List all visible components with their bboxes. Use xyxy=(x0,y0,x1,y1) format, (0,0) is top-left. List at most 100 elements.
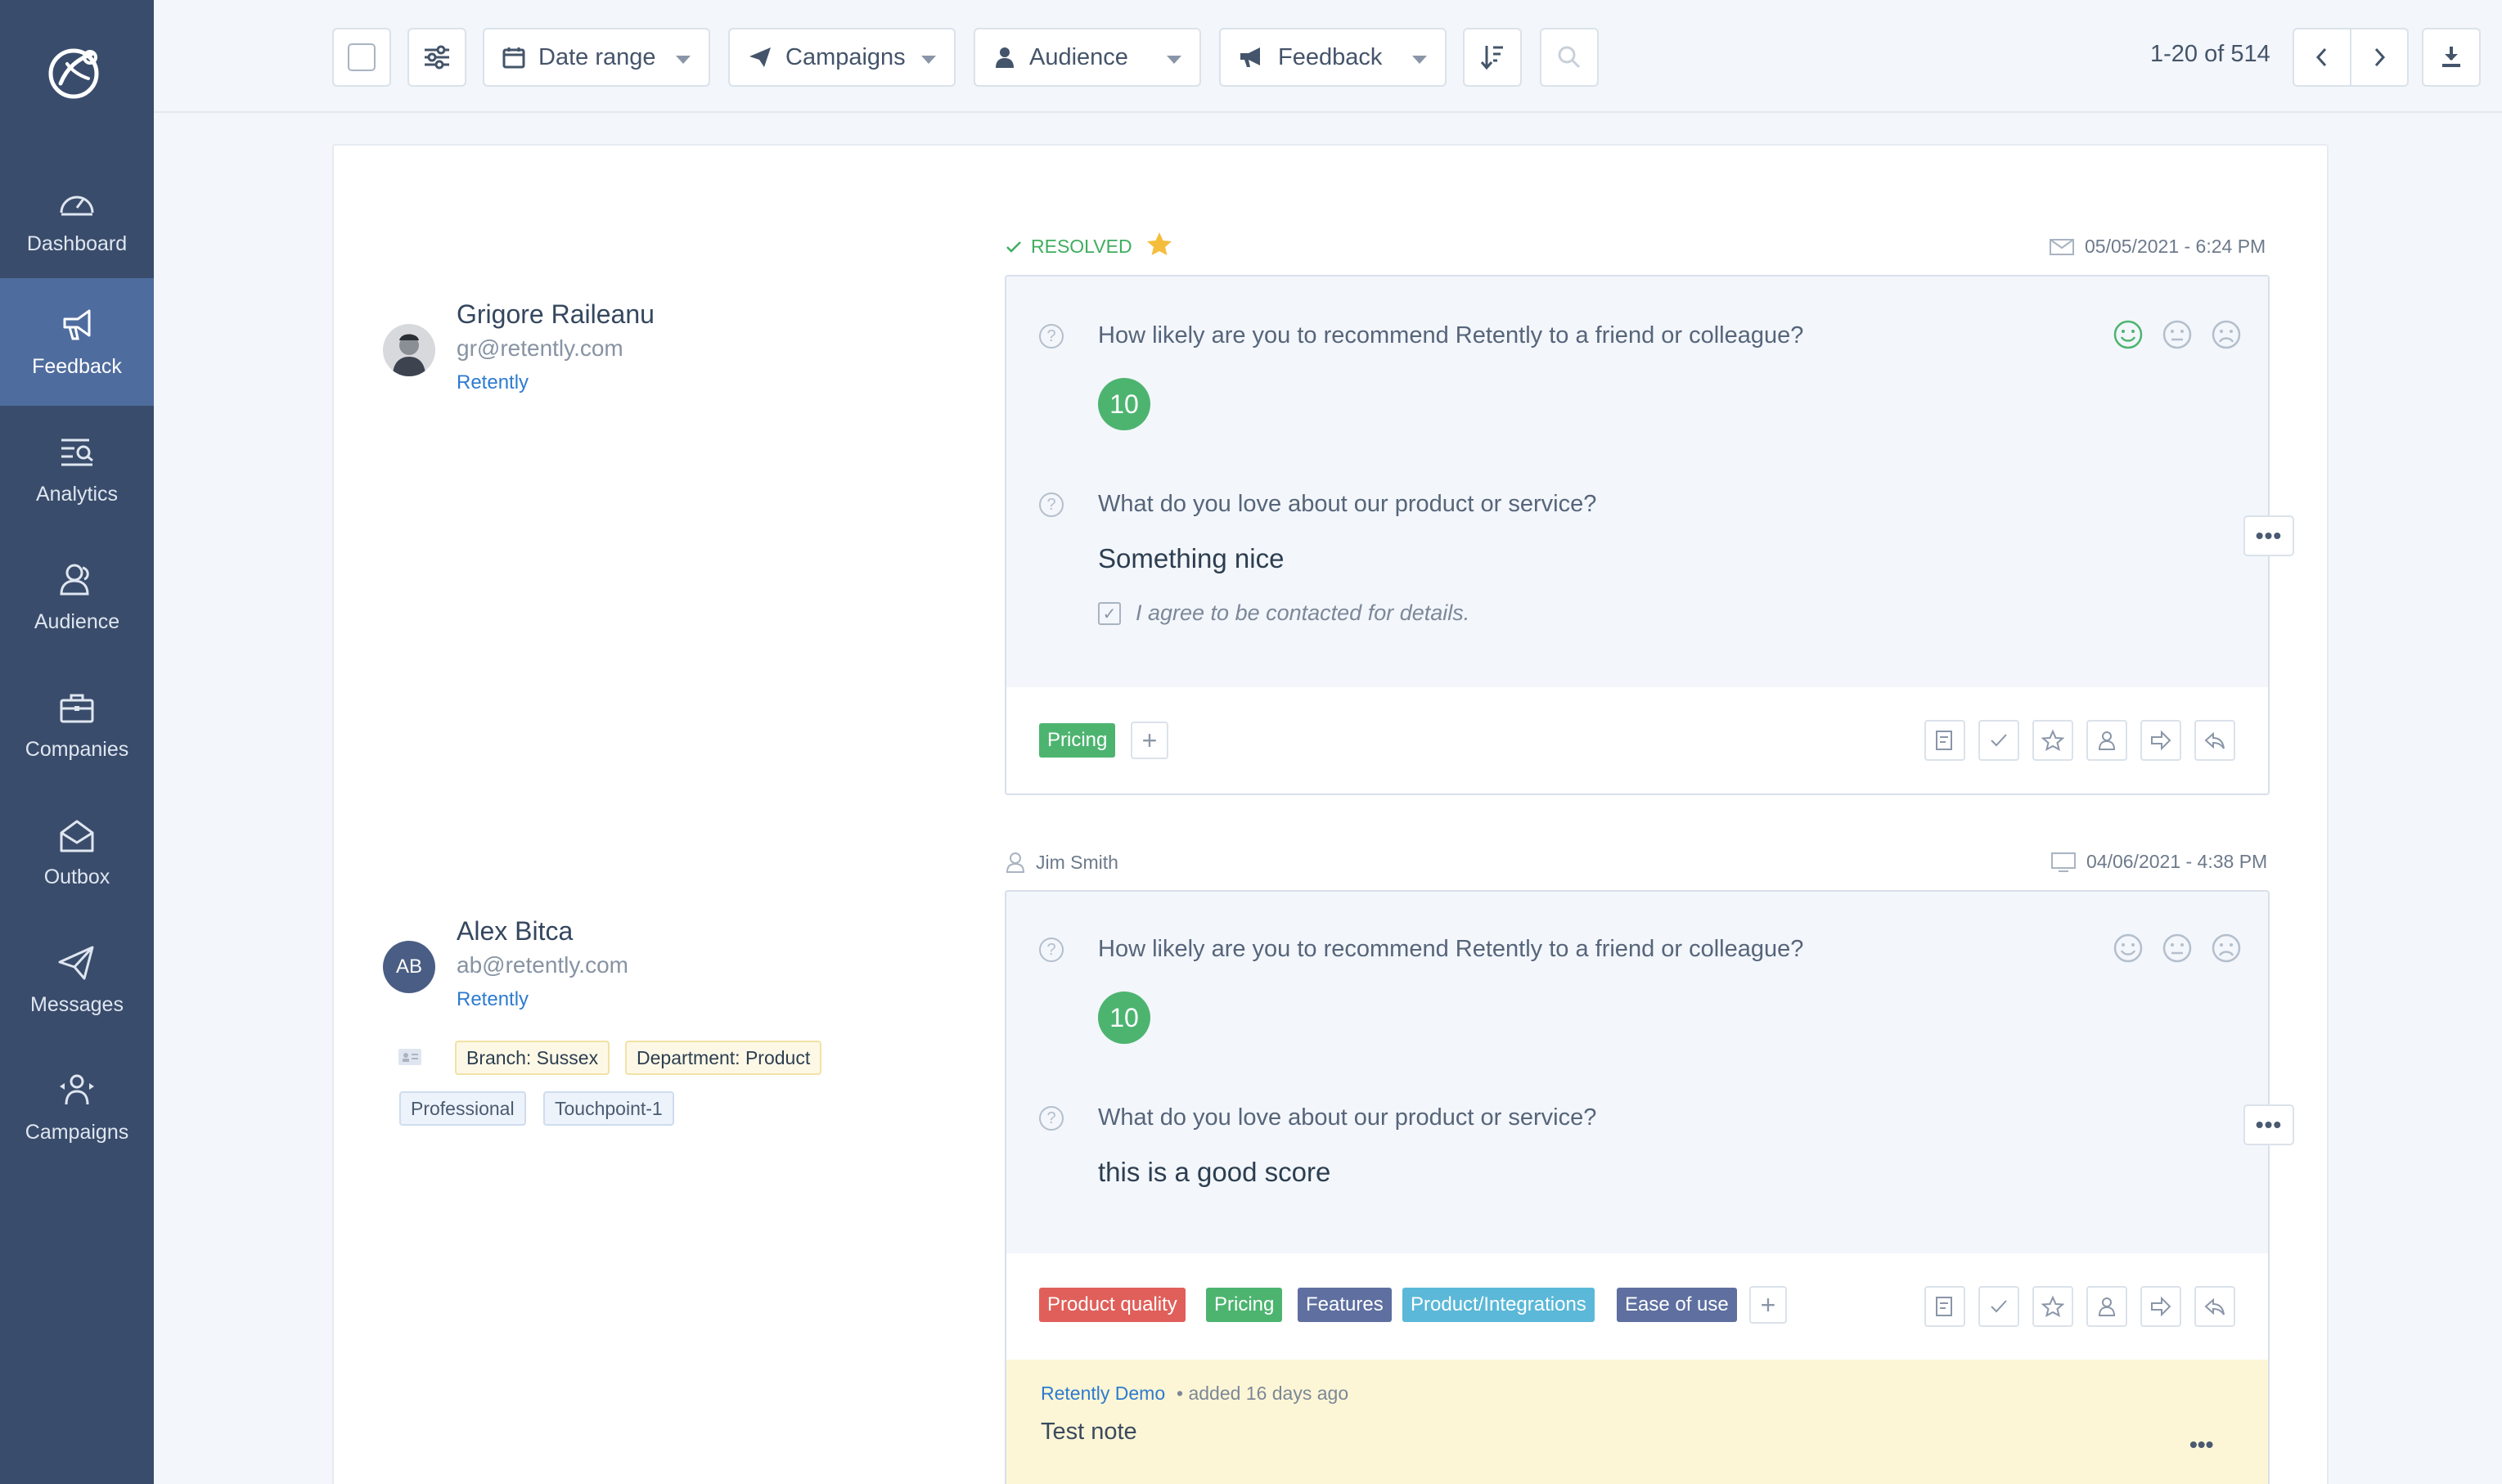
reply-icon xyxy=(2204,1297,2225,1315)
filters-button[interactable] xyxy=(407,28,466,87)
add-tag-button[interactable]: + xyxy=(1749,1286,1787,1324)
sidebar-item-label: Analytics xyxy=(35,482,119,506)
agree-checkbox: ✓ xyxy=(1098,602,1121,625)
check-icon xyxy=(1991,734,2007,747)
sidebar-item-analytics[interactable]: Analytics xyxy=(0,406,154,533)
more-options-button[interactable]: ••• xyxy=(2243,515,2294,556)
happy-face-icon[interactable] xyxy=(2113,319,2144,350)
forward-button[interactable] xyxy=(2140,1286,2181,1327)
reply-button[interactable] xyxy=(2194,720,2235,761)
question-icon: ? xyxy=(1039,324,1064,349)
agree-text: I agree to be contacted for details. xyxy=(1136,600,1470,625)
question-text: How likely are you to recommend Retently… xyxy=(1098,936,1804,962)
attribute-branch: Branch: Sussex xyxy=(455,1041,610,1075)
toolbar: Date range Campaigns Audience Feedback 1… xyxy=(154,0,2502,113)
star-outline-icon xyxy=(2041,1295,2064,1317)
note-author-link[interactable]: Retently Demo xyxy=(1041,1383,1165,1405)
add-note-button[interactable] xyxy=(1924,720,1965,761)
select-all-checkbox[interactable] xyxy=(332,28,391,87)
tag-product-quality[interactable]: Product quality xyxy=(1039,1288,1186,1322)
customer-email: ab@retently.com xyxy=(457,952,628,978)
chevron-right-icon xyxy=(2374,47,2386,67)
neutral-face-icon[interactable] xyxy=(2162,933,2193,964)
assignee[interactable]: Jim Smith xyxy=(1005,851,1118,874)
customer-name[interactable]: Alex Bitca xyxy=(457,916,573,947)
assign-button[interactable] xyxy=(2086,720,2127,761)
chevron-left-icon xyxy=(2315,47,2327,67)
date-range-dropdown[interactable]: Date range xyxy=(483,28,710,87)
tag-pricing[interactable]: Pricing xyxy=(1039,723,1116,758)
search-icon xyxy=(1558,46,1581,69)
sidebar-item-label: Dashboard xyxy=(26,232,128,255)
star-icon[interactable] xyxy=(1145,231,1173,257)
app-logo[interactable] xyxy=(43,43,108,101)
person-outline-icon xyxy=(2098,1297,2116,1316)
tag-pricing[interactable]: Pricing xyxy=(1206,1288,1283,1322)
date-label: 04/06/2021 - 4:38 PM xyxy=(2086,851,2268,872)
reply-icon xyxy=(2204,731,2225,749)
neutral-face-icon[interactable] xyxy=(2162,319,2193,350)
answer-text: this is a good score xyxy=(1098,1157,1331,1187)
happy-face-icon[interactable] xyxy=(2113,933,2144,964)
campaigns-icon xyxy=(60,1074,94,1104)
tag-product-integrations[interactable]: Product/Integrations xyxy=(1402,1288,1595,1322)
more-options-button[interactable]: ••• xyxy=(2243,1104,2294,1145)
tag-ease-of-use[interactable]: Ease of use xyxy=(1617,1288,1737,1322)
sidebar-item-dashboard[interactable]: Dashboard xyxy=(0,155,154,283)
forward-button[interactable] xyxy=(2140,720,2181,761)
sidebar-item-label: Feedback xyxy=(32,354,122,378)
sidebar-item-audience[interactable]: Audience xyxy=(0,533,154,661)
resolve-button[interactable] xyxy=(1978,1286,2019,1327)
id-card-icon xyxy=(398,1049,421,1065)
card-footer: Pricing + xyxy=(1006,687,2268,794)
next-page-button[interactable] xyxy=(2350,28,2409,87)
sidebar-item-label: Audience xyxy=(34,609,120,633)
sad-face-icon[interactable] xyxy=(2211,319,2242,350)
star-button[interactable] xyxy=(2032,720,2073,761)
assign-button[interactable] xyxy=(2086,1286,2127,1327)
segment-touchpoint[interactable]: Touchpoint-1 xyxy=(543,1091,674,1126)
sidebar-item-feedback[interactable]: Feedback xyxy=(0,278,154,406)
monitor-icon xyxy=(2051,852,2076,872)
response-card: ? How likely are you to recommend Retent… xyxy=(1005,275,2270,795)
audience-dropdown[interactable]: Audience xyxy=(974,28,1201,87)
chevron-down-icon xyxy=(676,56,691,64)
tag-features[interactable]: Features xyxy=(1298,1288,1392,1322)
sidebar-item-outbox[interactable]: Outbox xyxy=(0,789,154,916)
sidebar-item-label: Messages xyxy=(30,992,124,1016)
reply-button[interactable] xyxy=(2194,1286,2235,1327)
resolve-button[interactable] xyxy=(1978,720,2019,761)
dashboard-icon xyxy=(60,196,94,215)
analytics-icon xyxy=(61,438,93,465)
sidebar-item-companies[interactable]: Companies xyxy=(0,661,154,789)
campaigns-dropdown[interactable]: Campaigns xyxy=(728,28,956,87)
sidebar-item-label: Outbox xyxy=(43,865,110,888)
checkmark-icon xyxy=(1006,241,1021,253)
avatar[interactable]: AB xyxy=(383,941,435,993)
pagination-text: 1-20 of 514 xyxy=(2150,41,2270,67)
internal-note: Retently Demo • added 16 days ago Test n… xyxy=(1005,1360,2270,1484)
feedback-dropdown[interactable]: Feedback xyxy=(1219,28,1447,87)
sidebar-item-campaigns[interactable]: Campaigns xyxy=(0,1044,154,1171)
add-note-button[interactable] xyxy=(1924,1286,1965,1327)
attribute-key: Department: xyxy=(637,1046,740,1068)
star-outline-icon xyxy=(2041,729,2064,751)
customer-company-link[interactable]: Retently xyxy=(457,371,529,394)
search-button[interactable] xyxy=(1540,28,1599,87)
megaphone-icon xyxy=(63,309,91,340)
campaigns-label: Campaigns xyxy=(785,43,906,70)
note-more-button[interactable]: ••• xyxy=(2189,1432,2213,1458)
sort-button[interactable] xyxy=(1463,28,1522,87)
sad-face-icon[interactable] xyxy=(2211,933,2242,964)
add-tag-button[interactable]: + xyxy=(1131,722,1168,759)
star-button[interactable] xyxy=(2032,1286,2073,1327)
forward-icon xyxy=(2151,1296,2171,1317)
assignee-name: Jim Smith xyxy=(1036,851,1118,873)
avatar[interactable] xyxy=(383,324,435,376)
segment-professional[interactable]: Professional xyxy=(399,1091,526,1126)
prev-page-button[interactable] xyxy=(2293,28,2351,87)
customer-company-link[interactable]: Retently xyxy=(457,988,529,1011)
download-button[interactable] xyxy=(2422,28,2481,87)
customer-name[interactable]: Grigore Raileanu xyxy=(457,299,655,330)
sidebar-item-messages[interactable]: Messages xyxy=(0,916,154,1044)
